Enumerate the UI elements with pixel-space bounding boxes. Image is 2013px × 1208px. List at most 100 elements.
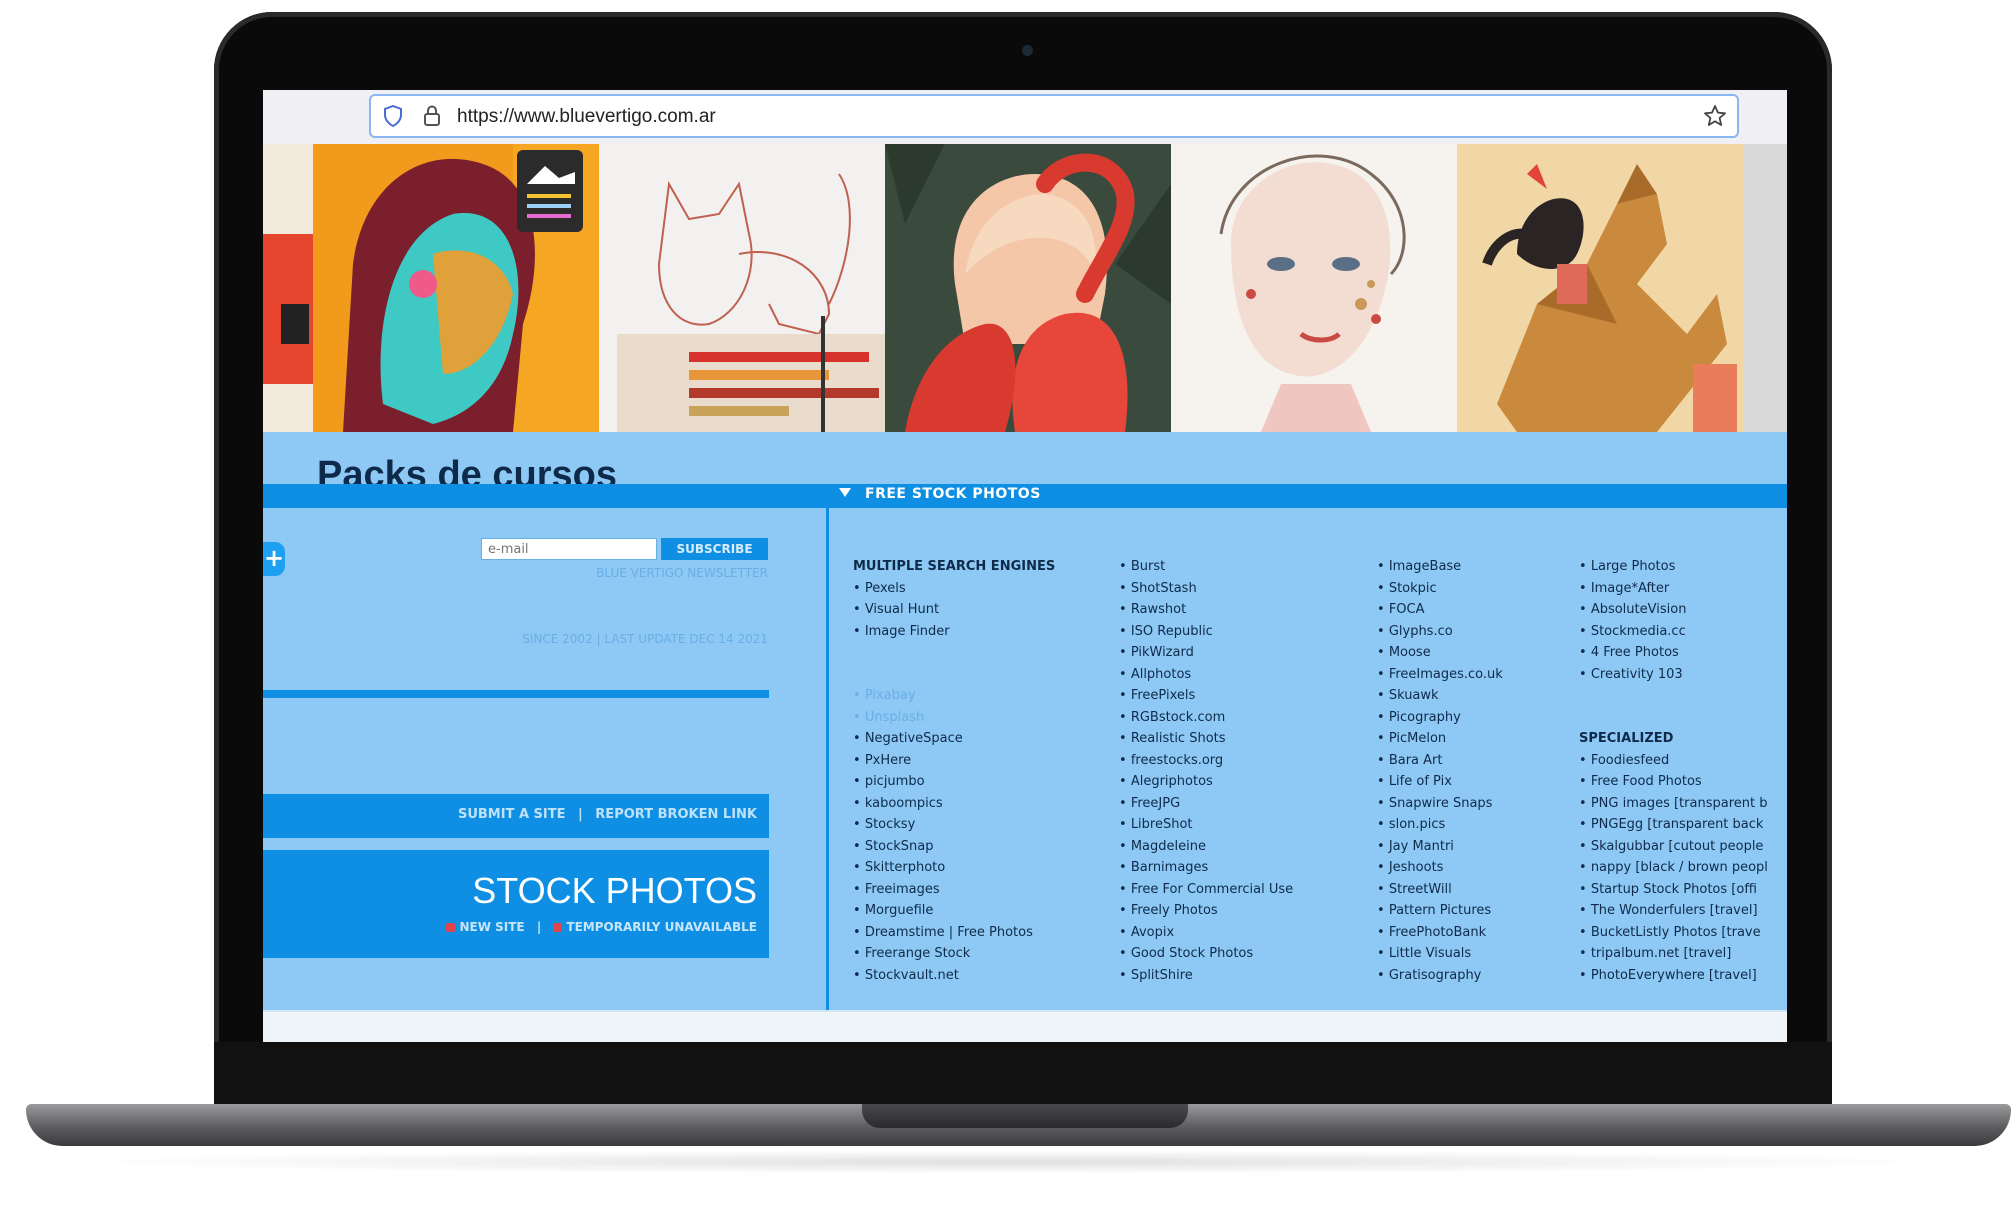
column-divider <box>826 484 829 1010</box>
stock-site-link[interactable]: Unsplash <box>853 707 1055 729</box>
stock-site-link[interactable]: Gratisography <box>1377 965 1503 987</box>
link-column: Large PhotosImage*AfterAbsoluteVisionSto… <box>1579 556 1768 986</box>
banner-image[interactable] <box>1743 144 1787 432</box>
lock-icon[interactable] <box>423 105 441 127</box>
stock-site-link[interactable]: PicMelon <box>1377 728 1503 750</box>
stock-site-link[interactable]: Image Finder <box>853 621 1055 643</box>
stock-site-link[interactable]: Creativity 103 <box>1579 664 1768 686</box>
stock-site-link[interactable]: Free Food Photos <box>1579 771 1768 793</box>
stock-site-link[interactable]: Good Stock Photos <box>1119 943 1293 965</box>
stock-site-link[interactable]: Freerange Stock <box>853 943 1055 965</box>
stock-site-link[interactable]: Realistic Shots <box>1119 728 1293 750</box>
stock-site-link[interactable]: Skuawk <box>1377 685 1503 707</box>
stock-site-link[interactable]: ISO Republic <box>1119 621 1293 643</box>
stock-site-link[interactable]: Jay Mantri <box>1377 836 1503 858</box>
plus-icon[interactable]: + <box>263 542 285 576</box>
submit-site-link[interactable]: SUBMIT A SITE <box>458 807 566 822</box>
stock-site-link[interactable]: BucketListly Photos [trave <box>1579 922 1768 944</box>
banner-image[interactable] <box>1457 144 1743 432</box>
banner-image[interactable] <box>313 144 599 432</box>
stock-site-link[interactable]: PikWizard <box>1119 642 1293 664</box>
stock-site-link[interactable]: 4 Free Photos <box>1579 642 1768 664</box>
stock-site-link[interactable]: ImageBase <box>1377 556 1503 578</box>
stock-site-link[interactable]: PxHere <box>853 750 1055 772</box>
stock-site-link[interactable]: FreeImages.co.uk <box>1377 664 1503 686</box>
stock-site-link[interactable]: Bara Art <box>1377 750 1503 772</box>
banner-image[interactable] <box>599 144 885 432</box>
address-bar[interactable]: https://www.bluevertigo.com.ar <box>369 94 1739 138</box>
stock-site-link[interactable]: StockSnap <box>853 836 1055 858</box>
stock-site-link[interactable]: RGBstock.com <box>1119 707 1293 729</box>
stock-site-link[interactable]: Foodiesfeed <box>1579 750 1768 772</box>
stock-site-link[interactable]: Pattern Pictures <box>1377 900 1503 922</box>
stock-site-link[interactable]: FreeJPG <box>1119 793 1293 815</box>
stock-site-link[interactable]: Startup Stock Photos [offi <box>1579 879 1768 901</box>
stock-site-link[interactable]: Barnimages <box>1119 857 1293 879</box>
stock-site-link[interactable]: FreePixels <box>1119 685 1293 707</box>
stock-site-link[interactable]: Picography <box>1377 707 1503 729</box>
stock-site-link[interactable]: NegativeSpace <box>853 728 1055 750</box>
stock-site-link[interactable]: Glyphs.co <box>1377 621 1503 643</box>
stock-site-link[interactable]: AbsoluteVision <box>1579 599 1768 621</box>
stock-site-link[interactable]: Moose <box>1377 642 1503 664</box>
stock-site-link[interactable]: LibreShot <box>1119 814 1293 836</box>
stock-site-link[interactable]: kaboompics <box>853 793 1055 815</box>
report-broken-link[interactable]: REPORT BROKEN LINK <box>595 807 757 822</box>
banner-image[interactable] <box>263 144 313 432</box>
stock-site-link[interactable]: Snapwire Snaps <box>1377 793 1503 815</box>
stock-site-link[interactable]: tripalbum.net [travel] <box>1579 943 1768 965</box>
stock-site-link[interactable]: picjumbo <box>853 771 1055 793</box>
stock-site-link[interactable]: Skitterphoto <box>853 857 1055 879</box>
stock-site-link[interactable]: FOCA <box>1377 599 1503 621</box>
stock-site-link[interactable]: FreePhotoBank <box>1377 922 1503 944</box>
stock-site-link[interactable]: Large Photos <box>1579 556 1768 578</box>
stock-site-link[interactable]: freestocks.org <box>1119 750 1293 772</box>
stock-site-link[interactable]: SplitShire <box>1119 965 1293 987</box>
shield-icon[interactable] <box>383 105 403 127</box>
stock-site-link[interactable]: Avopix <box>1119 922 1293 944</box>
stock-site-link[interactable]: Stocksy <box>853 814 1055 836</box>
stock-site-link[interactable]: PNG images [transparent b <box>1579 793 1768 815</box>
stock-site-link[interactable]: Magdeleine <box>1119 836 1293 858</box>
star-icon[interactable] <box>1703 104 1727 128</box>
stock-site-link[interactable]: Jeshoots <box>1377 857 1503 879</box>
stock-photos-panel: STOCK PHOTOS NEW SITE | TEMPORARILY UNAV… <box>263 850 769 958</box>
stock-site-link[interactable]: Life of Pix <box>1377 771 1503 793</box>
arrow-down-icon[interactable] <box>839 488 851 497</box>
email-field[interactable] <box>481 538 657 560</box>
stock-site-link[interactable]: Skalgubbar [cutout people <box>1579 836 1768 858</box>
camera-icon <box>1022 45 1033 56</box>
stock-site-link[interactable]: PNGEgg [transparent back <box>1579 814 1768 836</box>
stock-site-link[interactable]: Free For Commercial Use <box>1119 879 1293 901</box>
stock-site-link[interactable]: Stockvault.net <box>853 965 1055 987</box>
browser-toolbar: https://www.bluevertigo.com.ar <box>263 90 1787 145</box>
stock-site-link[interactable]: Allphotos <box>1119 664 1293 686</box>
stock-site-link[interactable]: Pexels <box>853 578 1055 600</box>
subscribe-button[interactable]: SUBSCRIBE <box>661 538 768 560</box>
stock-site-link[interactable]: Rawshot <box>1119 599 1293 621</box>
new-site-icon <box>446 923 456 932</box>
stock-site-link[interactable]: Freeimages <box>853 879 1055 901</box>
stock-site-link[interactable]: Morguefile <box>853 900 1055 922</box>
stock-site-link[interactable]: Visual Hunt <box>853 599 1055 621</box>
stock-site-link[interactable]: The Wonderfulers [travel] <box>1579 900 1768 922</box>
link-column: ImageBaseStokpicFOCAGlyphs.coMooseFreeIm… <box>1377 556 1503 986</box>
stock-site-link[interactable]: PhotoEverywhere [travel] <box>1579 965 1768 987</box>
stock-site-link[interactable]: Pixabay <box>853 685 1055 707</box>
stock-site-link[interactable]: Burst <box>1119 556 1293 578</box>
stock-site-link[interactable]: Stokpic <box>1377 578 1503 600</box>
stock-site-link[interactable]: Dreamstime | Free Photos <box>853 922 1055 944</box>
stock-site-link[interactable]: Freely Photos <box>1119 900 1293 922</box>
banner-image[interactable] <box>1171 144 1457 432</box>
stock-site-link[interactable]: Image*After <box>1579 578 1768 600</box>
newsletter-label: BLUE VERTIGO NEWSLETTER <box>596 566 768 580</box>
stock-site-link[interactable]: ShotStash <box>1119 578 1293 600</box>
stock-site-link[interactable]: nappy [black / brown peopl <box>1579 857 1768 879</box>
stock-site-link[interactable]: Stockmedia.cc <box>1579 621 1768 643</box>
stock-site-link[interactable]: slon.pics <box>1377 814 1503 836</box>
stock-site-link[interactable]: Alegriphotos <box>1119 771 1293 793</box>
stock-site-link[interactable]: Little Visuals <box>1377 943 1503 965</box>
stock-site-link[interactable]: StreetWill <box>1377 879 1503 901</box>
banner-image[interactable] <box>885 144 1171 432</box>
url-text[interactable]: https://www.bluevertigo.com.ar <box>457 106 716 128</box>
